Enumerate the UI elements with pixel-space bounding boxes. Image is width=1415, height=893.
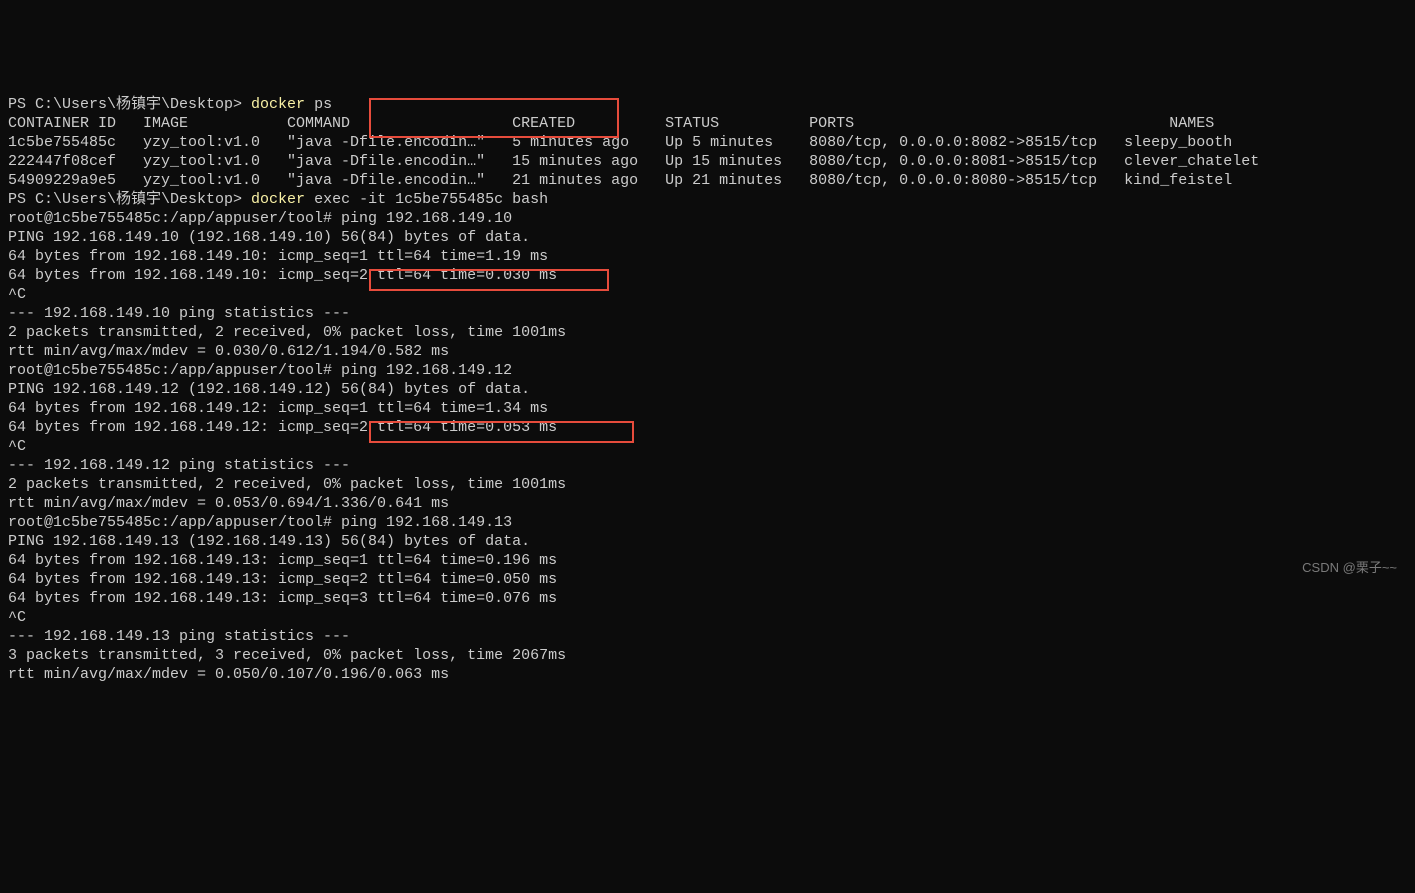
bash-line: 64 bytes from 192.168.149.10: icmp_seq=2…	[8, 267, 557, 284]
bash-line: --- 192.168.149.13 ping statistics ---	[8, 628, 350, 645]
bash-line: --- 192.168.149.10 ping statistics ---	[8, 305, 350, 322]
cmd-arg: 1c5be755485c	[395, 191, 512, 208]
bash-line: 2 packets transmitted, 2 received, 0% pa…	[8, 324, 566, 341]
docker-ps-row: 54909229a9e5 yzy_tool:v1.0 "java -Dfile.…	[8, 172, 1232, 189]
bash-line: 3 packets transmitted, 3 received, 0% pa…	[8, 647, 566, 664]
bash-line: 64 bytes from 192.168.149.13: icmp_seq=1…	[8, 552, 557, 569]
bash-line: PING 192.168.149.10 (192.168.149.10) 56(…	[8, 229, 530, 246]
cmd-arg: bash	[512, 191, 548, 208]
docker-ps-header: CONTAINER ID IMAGE COMMAND CREATED STATU…	[8, 115, 1214, 132]
bash-line: root@1c5be755485c:/app/appuser/tool# pin…	[8, 362, 512, 379]
bash-line: 64 bytes from 192.168.149.12: icmp_seq=2…	[8, 419, 557, 436]
bash-line: 64 bytes from 192.168.149.12: icmp_seq=1…	[8, 400, 548, 417]
watermark: CSDN @栗子~~	[1302, 558, 1397, 577]
docker-ps-row: 222447f08cef yzy_tool:v1.0 "java -Dfile.…	[8, 153, 1259, 170]
bash-line: root@1c5be755485c:/app/appuser/tool# pin…	[8, 514, 512, 531]
bash-line: 2 packets transmitted, 2 received, 0% pa…	[8, 476, 566, 493]
cmd-docker: docker	[251, 96, 314, 113]
cmd-arg: exec	[314, 191, 359, 208]
bash-line: 64 bytes from 192.168.149.13: icmp_seq=2…	[8, 571, 557, 588]
cmd-arg: ps	[314, 96, 332, 113]
ps-prompt: PS C:\Users\杨镇宇\Desktop>	[8, 96, 251, 113]
cmd-docker: docker	[251, 191, 314, 208]
bash-line: 64 bytes from 192.168.149.10: icmp_seq=1…	[8, 248, 548, 265]
bash-line: rtt min/avg/max/mdev = 0.050/0.107/0.196…	[8, 666, 449, 683]
bash-line: ^C	[8, 438, 26, 455]
bash-line: root@1c5be755485c:/app/appuser/tool# pin…	[8, 210, 512, 227]
bash-line: PING 192.168.149.12 (192.168.149.12) 56(…	[8, 381, 530, 398]
bash-line: rtt min/avg/max/mdev = 0.030/0.612/1.194…	[8, 343, 449, 360]
bash-line: ^C	[8, 609, 26, 626]
docker-ps-row: 1c5be755485c yzy_tool:v1.0 "java -Dfile.…	[8, 134, 1232, 151]
bash-line: --- 192.168.149.12 ping statistics ---	[8, 457, 350, 474]
ps-prompt: PS C:\Users\杨镇宇\Desktop>	[8, 191, 251, 208]
bash-line: rtt min/avg/max/mdev = 0.053/0.694/1.336…	[8, 495, 449, 512]
bash-line: ^C	[8, 286, 26, 303]
bash-line: PING 192.168.149.13 (192.168.149.13) 56(…	[8, 533, 530, 550]
cmd-flag: -it	[359, 191, 395, 208]
